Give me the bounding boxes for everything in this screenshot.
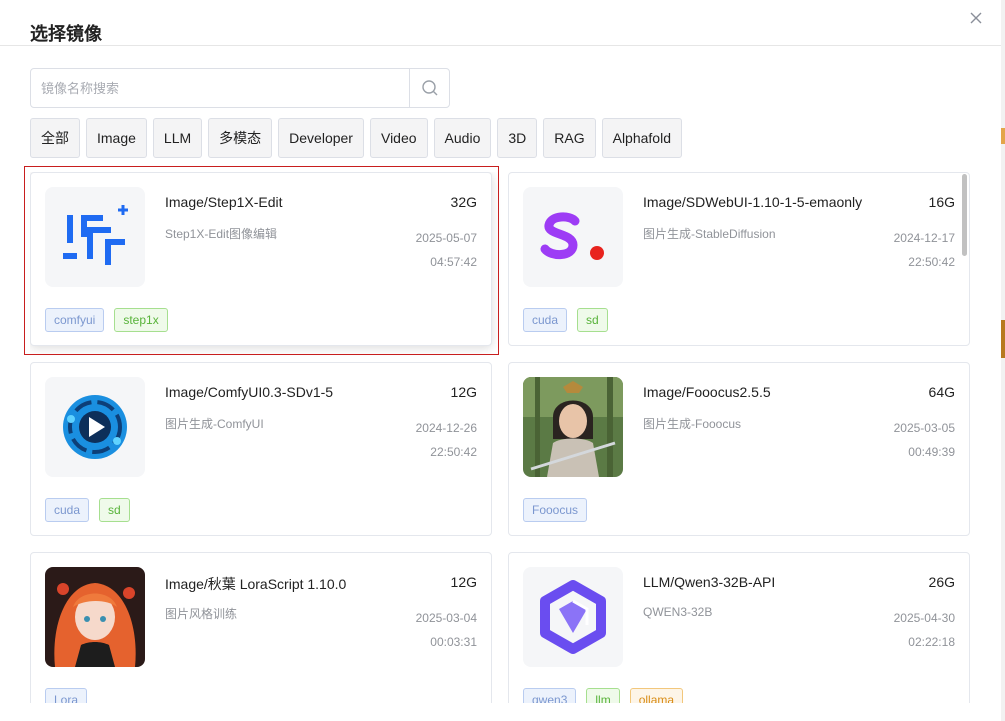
image-time: 22:50:42 [908,255,955,269]
tag: Fooocus [523,498,588,522]
image-description: 图片生成-Fooocus [643,417,742,431]
page-background-edge [1001,0,1005,721]
search-input[interactable] [31,69,409,107]
filter-llm[interactable]: LLM [152,118,203,158]
dialog-title: 选择镜像 [30,24,102,44]
image-date: 2024-12-17 [893,231,955,245]
image-size: 12G [450,384,477,400]
image-card[interactable]: Image/Fooocus2.5.5 64G 图片生成-Fooocus 2025… [508,362,970,536]
filter-rag[interactable]: RAG [543,118,596,158]
image-card[interactable]: Image/Step1X-Edit 32G Step1X-Edit图像编辑 20… [30,172,492,346]
image-card[interactable]: Image/ComfyUI0.3-SDv1-5 12G 图片生成-ComfyUI… [30,362,492,536]
tag: sd [577,308,608,332]
background-edge-mark [1001,320,1005,358]
tag: ollama [629,688,684,703]
tag: Lora [45,688,88,703]
tag-list: Lora [45,688,88,703]
image-card[interactable]: Image/秋葉 LoraScript 1.10.0 12G 图片风格训练 20… [30,552,492,703]
image-date: 2025-03-04 [415,611,477,625]
image-date: 2025-03-05 [893,421,955,435]
search-icon [421,80,437,96]
image-size: 26G [928,574,955,590]
tag-list: Fooocus [523,498,588,522]
image-size: 64G [928,384,955,400]
image-time: 02:22:18 [908,635,955,649]
image-time: 00:03:31 [430,635,477,649]
select-image-dialog: 选择镜像 全部 Image LLM 多模态 Developer Video Au… [0,0,1001,721]
image-name: Image/Step1X-Edit [165,194,283,210]
image-card[interactable]: Image/SDWebUI-1.10-1-5-emaonly 16G 图片生成-… [508,172,970,346]
image-size: 32G [450,194,477,210]
close-icon[interactable] [966,8,986,28]
filter-video[interactable]: Video [369,118,428,158]
tag: cuda [523,308,568,332]
image-name: Image/Fooocus2.5.5 [643,384,771,400]
filter-3d[interactable]: 3D [497,118,538,158]
image-size: 16G [928,194,955,210]
stability-logo-icon [523,187,623,287]
comfyui-logo-icon [45,377,145,477]
tag-list: comfyui step1x [45,308,168,332]
filter-all[interactable]: 全部 [30,118,80,158]
tag: llm [586,688,620,703]
image-description: Step1X-Edit图像编辑 [165,227,278,241]
dialog-header: 选择镜像 [0,0,1001,46]
image-date: 2025-04-30 [893,611,955,625]
tag-list: cuda sd [523,308,608,332]
tag-list: cuda sd [45,498,130,522]
category-filter-bar: 全部 Image LLM 多模态 Developer Video Audio 3… [30,118,682,158]
filter-multimodal[interactable]: 多模态 [208,118,273,158]
image-date: 2025-05-07 [415,231,477,245]
image-description: 图片生成-StableDiffusion [643,227,776,241]
step1x-logo-icon [45,187,145,287]
filter-image[interactable]: Image [86,118,147,158]
image-description: 图片风格训练 [165,607,238,621]
image-name: Image/ComfyUI0.3-SDv1-5 [165,384,334,400]
search-box [30,68,450,108]
image-time: 04:57:42 [430,255,477,269]
image-name: LLM/Qwen3-32B-API [643,574,776,590]
image-time: 22:50:42 [430,445,477,459]
filter-alphafold[interactable]: Alphafold [601,118,682,158]
image-name: Image/SDWebUI-1.10-1-5-emaonly [643,194,863,210]
scrollbar-thumb[interactable] [962,174,967,256]
image-description: QWEN3-32B [643,605,713,619]
qwen-logo-icon [523,567,623,667]
anime-portrait-icon [45,567,145,667]
tag: cuda [45,498,90,522]
filter-developer[interactable]: Developer [278,118,364,158]
image-description: 图片生成-ComfyUI [165,417,264,431]
image-grid: Image/Step1X-Edit 32G Step1X-Edit图像编辑 20… [30,172,970,703]
image-name: Image/秋葉 LoraScript 1.10.0 [165,576,347,592]
image-date: 2024-12-26 [415,421,477,435]
filter-audio[interactable]: Audio [433,118,492,158]
tag-list: qwen3 llm ollama [523,688,684,703]
fooocus-portrait-icon [523,377,623,477]
tag: qwen3 [523,688,577,703]
tag: step1x [114,308,168,332]
tag: sd [99,498,130,522]
background-edge-mark [1001,128,1005,144]
tag: comfyui [45,308,105,332]
image-size: 12G [450,574,477,590]
image-time: 00:49:39 [908,445,955,459]
image-card[interactable]: LLM/Qwen3-32B-API 26G QWEN3-32B 2025-04-… [508,552,970,703]
search-button[interactable] [409,69,449,107]
